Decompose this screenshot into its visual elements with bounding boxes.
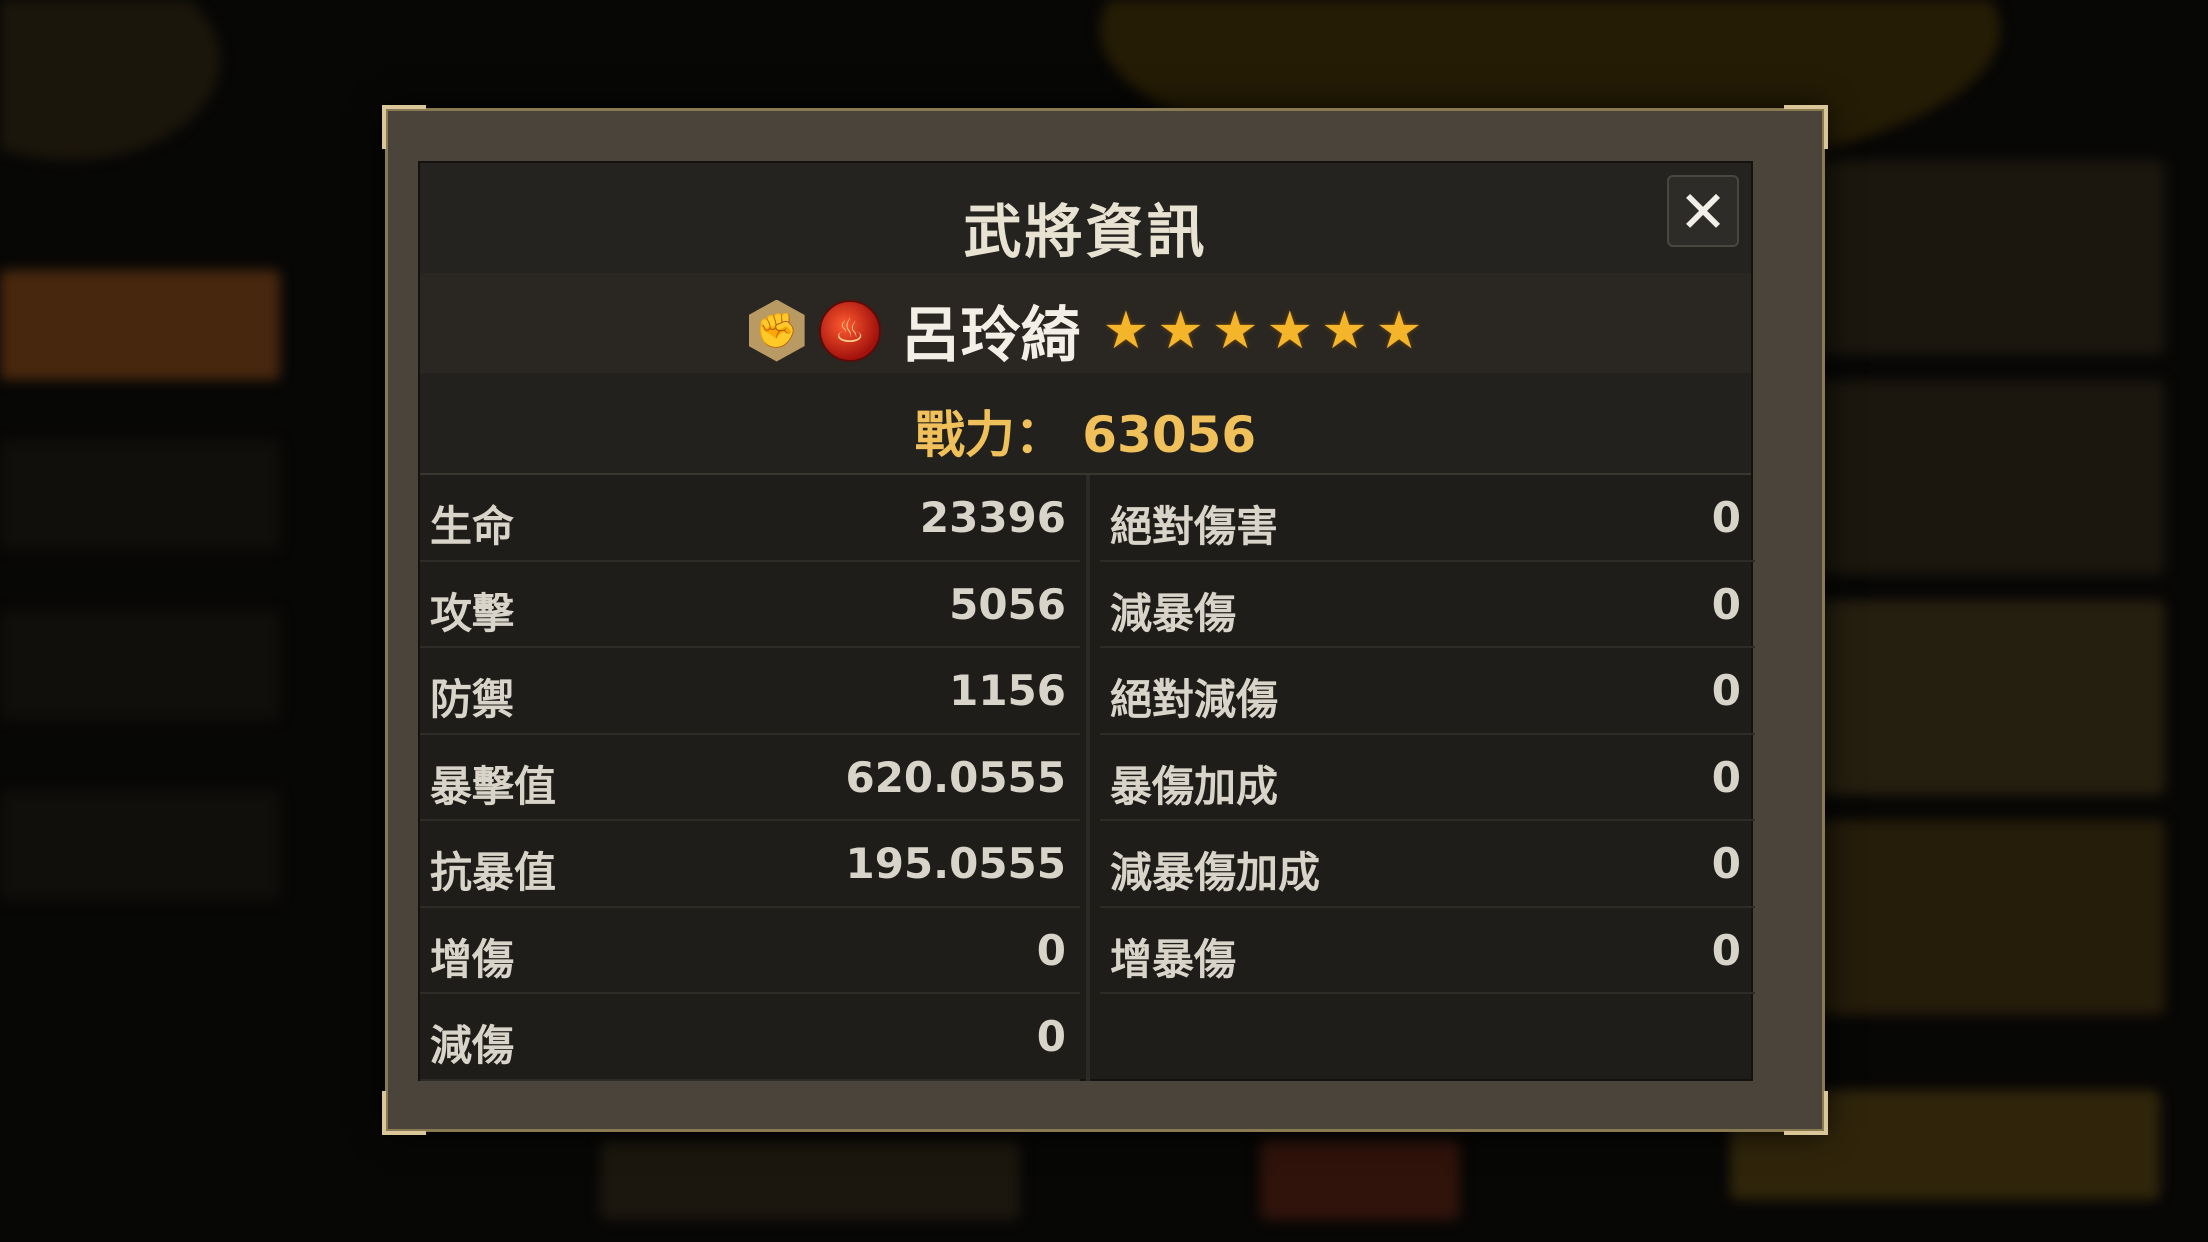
frame-corner [1784,1091,1828,1135]
stats-table: 生命 23396 攻擊 5056 防禦 1156 暴擊值 620.0555 抗暴值 195.055… [420,475,1755,1081]
fire-icon: ♨ [818,299,881,362]
frame-corner [382,1091,426,1135]
dialog-title: 武將資訊 [963,198,1208,266]
stat-value: 0 [1711,666,1741,715]
stat-row: 減暴傷 0 [1100,562,1755,648]
stat-label: 減傷 [430,1021,515,1070]
stat-value: 0 [1711,752,1741,802]
stat-value: 1156 [949,666,1066,715]
stat-row: 減傷 0 [420,994,1080,1081]
stat-label: 增傷 [430,934,515,984]
stat-label: 絕對減傷 [1110,675,1279,724]
stat-label: 攻擊 [430,588,515,638]
star-icon: ★ [1157,300,1204,361]
stat-value: 5056 [949,579,1066,629]
stat-label: 增暴傷 [1110,934,1237,984]
stat-row: 暴傷加成 0 [1100,735,1755,821]
title-bar: 武將資訊 ✕ [420,163,1751,273]
stat-value: 0 [1711,493,1741,542]
stat-row: 攻擊 5056 [420,562,1080,648]
close-button[interactable]: ✕ [1667,175,1739,247]
stat-value: 0 [1036,925,1066,975]
star-icon: ★ [1102,300,1150,361]
stat-value: 0 [1711,925,1741,975]
dialog-content: 武將資訊 ✕ ✊ ♨ 呂玲綺 ★ ★ ★ ★ ★ ★ 戰力： 63056 生命 23396 攻… [418,161,1755,1081]
stat-value: 0 [1711,579,1741,629]
hero-info-dialog: 武將資訊 ✕ ✊ ♨ 呂玲綺 ★ ★ ★ ★ ★ ★ 戰力： 63056 生命 23396 攻… [382,105,1828,1135]
stat-value: 23396 [919,493,1066,542]
stat-row: 防禦 1156 [420,648,1080,735]
frame-corner [382,105,426,149]
power-row: 戰力： 63056 [420,373,1751,475]
stat-label: 絕對傷害 [1110,502,1279,551]
stat-row: 減暴傷加成 0 [1100,821,1755,908]
star-icon: ★ [1321,300,1368,361]
stat-row: 增暴傷 0 [1100,908,1755,994]
stats-column-right: 絕對傷害 0 減暴傷 0 絕對減傷 0 暴傷加成 0 減暴傷加成 0 增暴傷 0 [1100,475,1755,1081]
star-icon: ★ [1375,300,1423,361]
star-rating: ★ ★ ★ ★ ★ ★ [1103,301,1423,361]
stats-column-left: 生命 23396 攻擊 5056 防禦 1156 暴擊值 620.0555 抗暴值 195.055… [420,475,1080,1081]
stat-row: 絕對減傷 0 [1100,648,1755,735]
stat-label: 暴傷加成 [1110,761,1279,811]
stat-value: 0 [1711,839,1741,888]
stat-label: 生命 [430,502,515,551]
column-divider [1086,475,1090,1081]
hero-name: 呂玲綺 [900,301,1081,371]
stat-row: 絕對傷害 0 [1100,475,1755,562]
hero-name-row: ✊ ♨ 呂玲綺 ★ ★ ★ ★ ★ ★ [420,273,1751,373]
stat-label: 暴擊值 [430,761,557,811]
stat-label: 抗暴值 [430,848,557,897]
close-icon: ✕ [1678,178,1728,246]
star-icon: ★ [1266,300,1314,361]
stat-label: 減暴傷加成 [1110,848,1321,897]
frame-corner [1784,105,1828,149]
stat-row: 增傷 0 [420,908,1080,994]
fist-icon: ✊ [748,299,805,362]
stat-row: 抗暴值 195.0555 [420,821,1080,908]
star-icon: ★ [1211,300,1259,361]
power-label: 戰力： [914,406,1065,464]
stat-value: 195.0555 [845,839,1066,888]
stat-value: 620.0555 [845,752,1066,802]
stat-row: 生命 23396 [420,475,1080,562]
stat-label: 防禦 [430,675,515,724]
power-value: 63056 [1082,406,1257,464]
stat-label: 減暴傷 [1110,588,1237,638]
stat-row: 暴擊值 620.0555 [420,735,1080,821]
stat-value: 0 [1036,1012,1066,1061]
